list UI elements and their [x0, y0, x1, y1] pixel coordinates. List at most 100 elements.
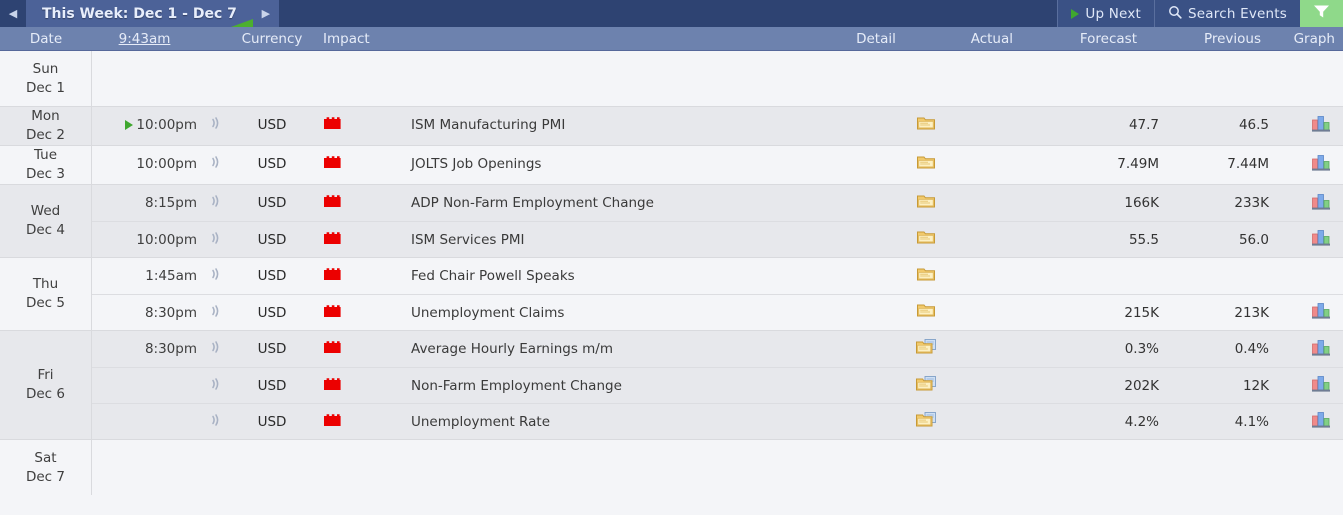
impact-icon-high[interactable]: [323, 230, 342, 250]
event-title[interactable]: Unemployment Rate: [399, 414, 877, 430]
sound-icon[interactable]: [208, 303, 224, 323]
event-title[interactable]: JOLTS Job Openings: [399, 156, 877, 172]
sound-icon[interactable]: [208, 266, 224, 286]
prev-week-button[interactable]: ◀: [0, 0, 26, 27]
column-header-time[interactable]: 9:43am: [92, 31, 197, 47]
event-title[interactable]: Fed Chair Powell Speaks: [399, 268, 877, 284]
event-row[interactable]: 10:00pm USD ISM Services PMI 55.5 56.0: [92, 221, 1343, 257]
bar-chart-icon[interactable]: [1311, 302, 1331, 323]
event-sound-cell[interactable]: [197, 193, 235, 213]
folder-icon[interactable]: [916, 154, 937, 175]
bar-chart-icon[interactable]: [1311, 229, 1331, 250]
impact-icon-high[interactable]: [323, 339, 342, 359]
event-impact-cell[interactable]: [309, 376, 399, 396]
event-sound-cell[interactable]: [197, 266, 235, 286]
next-week-button[interactable]: ▶: [252, 0, 279, 27]
event-graph-cell[interactable]: [1283, 154, 1343, 175]
event-row[interactable]: USD Unemployment Rate 4.2% 4.1%: [92, 403, 1343, 439]
event-detail-cell[interactable]: [877, 229, 975, 250]
event-sound-cell[interactable]: [197, 339, 235, 359]
event-sound-cell[interactable]: [197, 115, 235, 135]
folder-note-icon[interactable]: [915, 338, 938, 360]
event-impact-cell[interactable]: [309, 412, 399, 432]
folder-icon[interactable]: [916, 266, 937, 287]
impact-icon-high[interactable]: [323, 266, 342, 286]
column-header-time-label[interactable]: 9:43am: [119, 31, 171, 47]
sound-icon[interactable]: [208, 193, 224, 213]
bar-chart-icon[interactable]: [1311, 375, 1331, 396]
event-impact-cell[interactable]: [309, 115, 399, 135]
event-impact-cell[interactable]: [309, 339, 399, 359]
sound-icon[interactable]: [208, 115, 224, 135]
event-row[interactable]: USD Non-Farm Employment Change 202K 12K: [92, 367, 1343, 403]
column-header-impact[interactable]: Impact: [309, 31, 413, 47]
sound-icon[interactable]: [208, 154, 224, 174]
filter-button[interactable]: [1300, 0, 1343, 27]
event-detail-cell[interactable]: [877, 193, 975, 214]
event-detail-cell[interactable]: [877, 338, 975, 360]
event-row[interactable]: 8:15pm USD ADP Non-Farm Employment Change 1…: [92, 185, 1343, 221]
bar-chart-icon[interactable]: [1311, 115, 1331, 136]
event-graph-cell[interactable]: [1283, 339, 1343, 360]
event-sound-cell[interactable]: [197, 303, 235, 323]
sound-icon[interactable]: [208, 230, 224, 250]
event-sound-cell[interactable]: [197, 376, 235, 396]
impact-icon-high[interactable]: [323, 154, 342, 174]
column-header-previous[interactable]: Previous: [1151, 31, 1275, 47]
bar-chart-icon[interactable]: [1311, 193, 1331, 214]
week-tab[interactable]: This Week: Dec 1 - Dec 7: [26, 0, 253, 27]
event-title[interactable]: ADP Non-Farm Employment Change: [399, 195, 877, 211]
event-title[interactable]: Unemployment Claims: [399, 305, 877, 321]
event-detail-cell[interactable]: [877, 411, 975, 433]
sound-icon[interactable]: [208, 412, 224, 432]
impact-icon-high[interactable]: [323, 376, 342, 396]
column-header-forecast[interactable]: Forecast: [1027, 31, 1151, 47]
event-row[interactable]: 8:30pm USD Unemployment Claims 215K 213K: [92, 294, 1343, 330]
event-graph-cell[interactable]: [1283, 193, 1343, 214]
event-row[interactable]: 8:30pm USD Average Hourly Earnings m/m 0.3%…: [92, 331, 1343, 367]
event-row[interactable]: 1:45am USD Fed Chair Powell Speaks: [92, 258, 1343, 294]
event-detail-cell[interactable]: [877, 302, 975, 323]
event-detail-cell[interactable]: [877, 266, 975, 287]
event-sound-cell[interactable]: [197, 230, 235, 250]
event-detail-cell[interactable]: [877, 115, 975, 136]
impact-icon-high[interactable]: [323, 412, 342, 432]
search-events-button[interactable]: Search Events: [1154, 0, 1300, 27]
folder-icon[interactable]: [916, 115, 937, 136]
bar-chart-icon[interactable]: [1311, 154, 1331, 175]
impact-icon-high[interactable]: [323, 193, 342, 213]
event-title[interactable]: Average Hourly Earnings m/m: [399, 341, 877, 357]
event-graph-cell[interactable]: [1283, 115, 1343, 136]
event-impact-cell[interactable]: [309, 266, 399, 286]
event-row[interactable]: 10:00pm USD JOLTS Job Openings 7.49M 7.44M: [92, 146, 1343, 182]
event-sound-cell[interactable]: [197, 412, 235, 432]
event-graph-cell[interactable]: [1283, 411, 1343, 432]
up-next-button[interactable]: Up Next: [1057, 0, 1155, 27]
event-title[interactable]: ISM Services PMI: [399, 232, 877, 248]
column-header-date[interactable]: Date: [0, 31, 92, 47]
folder-icon[interactable]: [916, 229, 937, 250]
bar-chart-icon[interactable]: [1311, 411, 1331, 432]
folder-icon[interactable]: [916, 302, 937, 323]
column-header-detail[interactable]: Detail: [827, 31, 925, 47]
folder-note-icon[interactable]: [915, 375, 938, 397]
event-impact-cell[interactable]: [309, 193, 399, 213]
column-header-actual[interactable]: Actual: [925, 31, 1027, 47]
bar-chart-icon[interactable]: [1311, 339, 1331, 360]
event-sound-cell[interactable]: [197, 154, 235, 174]
event-graph-cell[interactable]: [1283, 229, 1343, 250]
event-graph-cell[interactable]: [1283, 302, 1343, 323]
folder-icon[interactable]: [916, 193, 937, 214]
impact-icon-high[interactable]: [323, 303, 342, 323]
event-title[interactable]: ISM Manufacturing PMI: [399, 117, 877, 133]
event-impact-cell[interactable]: [309, 154, 399, 174]
event-detail-cell[interactable]: [877, 375, 975, 397]
event-row[interactable]: 10:00pm USD ISM Manufacturing PMI 47.7 46.5: [92, 107, 1343, 143]
sound-icon[interactable]: [208, 339, 224, 359]
event-impact-cell[interactable]: [309, 230, 399, 250]
event-graph-cell[interactable]: [1283, 375, 1343, 396]
column-header-graph[interactable]: Graph: [1275, 31, 1343, 47]
event-title[interactable]: Non-Farm Employment Change: [399, 378, 877, 394]
folder-note-icon[interactable]: [915, 411, 938, 433]
sound-icon[interactable]: [208, 376, 224, 396]
